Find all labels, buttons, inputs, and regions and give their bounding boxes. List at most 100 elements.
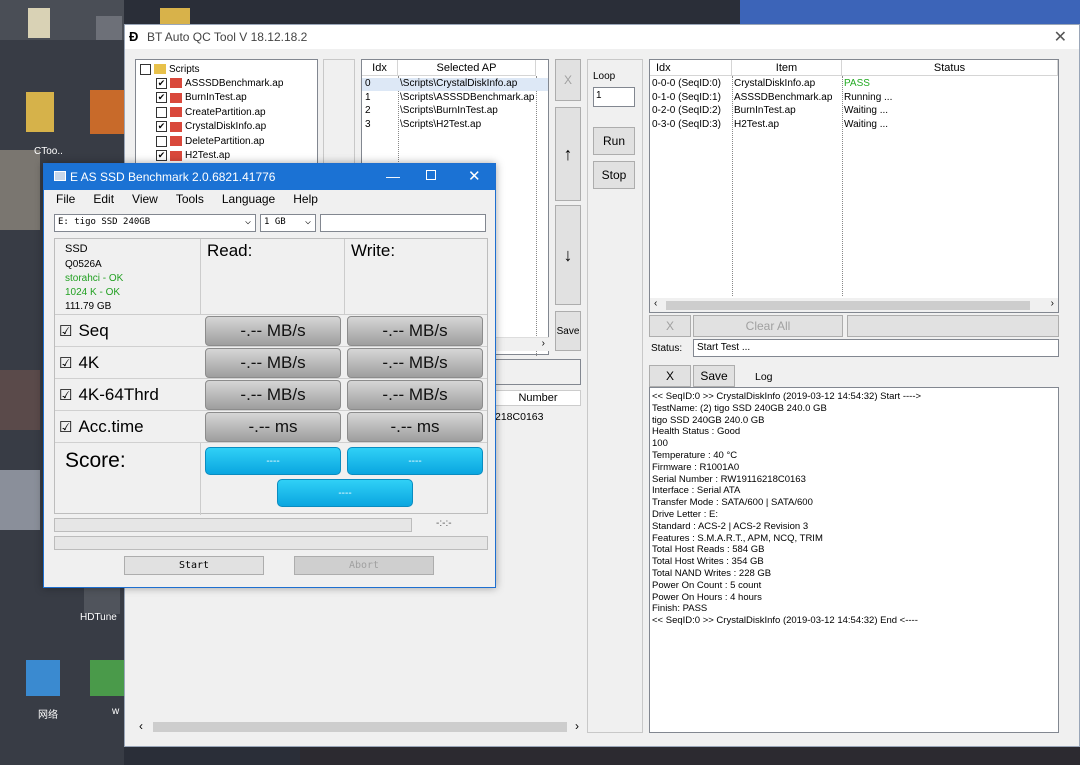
table-row[interactable]: 0-3-0 (SeqID:3) H2Test.ap Waiting ... — [650, 119, 1058, 132]
script-file-icon — [170, 78, 182, 88]
stop-button[interactable]: Stop — [593, 161, 635, 189]
minimize-button[interactable]: — — [386, 168, 400, 184]
tree-item-label: CreatePartition.ap — [185, 106, 266, 118]
status-idx: 0-0-0 (SeqID:0) — [652, 78, 721, 89]
tree-item-label: DeletePartition.ap — [185, 135, 265, 147]
bench-row-label[interactable]: ☑ Seq — [59, 315, 109, 347]
drive-select-value: E: tigo SSD 240GB — [58, 217, 151, 227]
move-up-button[interactable]: ↑ — [555, 107, 581, 201]
list-item[interactable]: 1 \Scripts\ASSSDBenchmark.ap — [362, 92, 548, 105]
checkbox[interactable]: ✔ — [156, 92, 167, 103]
loop-input[interactable]: 1 — [593, 87, 635, 107]
maximize-button[interactable] — [426, 170, 436, 180]
scroll-left-icon[interactable]: ‹ — [654, 298, 657, 309]
list-item[interactable]: 2 \Scripts\BurnInTest.ap — [362, 105, 548, 118]
table-row[interactable]: 0-0-0 (SeqID:0) CrystalDiskInfo.ap PASS — [650, 78, 1058, 91]
tree-root[interactable]: Scripts — [140, 62, 200, 76]
bottom-scrollbar[interactable]: ‹ › — [135, 719, 581, 735]
menu-view[interactable]: View — [132, 192, 158, 212]
bench-row-label[interactable]: ☑ 4K — [59, 347, 99, 379]
menu-tools[interactable]: Tools — [176, 192, 204, 212]
column-header-selected-ap[interactable]: Selected AP — [398, 60, 536, 76]
app-icon[interactable] — [90, 90, 124, 134]
log-clear-button[interactable]: X — [649, 365, 691, 387]
app-logo-icon: Ð — [129, 29, 139, 44]
row-divider — [55, 346, 487, 347]
tree-item[interactable]: ✔ BurnInTest.ap — [156, 91, 247, 105]
checkbox[interactable]: ☑ — [59, 418, 72, 436]
scroll-right-icon[interactable]: › — [575, 719, 579, 733]
close-button[interactable]: ✕ — [1054, 27, 1067, 47]
result-write: -.-- MB/s — [347, 348, 483, 378]
menu-bar: File Edit View Tools Language Help — [44, 192, 324, 212]
clear-x-button[interactable]: X — [649, 315, 691, 337]
tree-item[interactable]: DeletePartition.ap — [156, 134, 265, 148]
column-header-number[interactable]: Number — [495, 390, 581, 406]
checkbox[interactable]: ☑ — [59, 322, 72, 340]
table-row[interactable]: 0-2-0 (SeqID:2) BurnInTest.ap Waiting ... — [650, 105, 1058, 118]
title-bar: Ð BT Auto QC Tool V 18.12.18.2 ✕ — [125, 25, 1079, 49]
column-header-item[interactable]: Item — [732, 60, 842, 76]
hdtune-icon[interactable] — [84, 588, 120, 614]
save-button[interactable]: Save — [555, 311, 581, 351]
close-button[interactable]: ✕ — [468, 167, 481, 185]
list-item[interactable]: 3 \Scripts\H2Test.ap — [362, 119, 548, 132]
extra-field[interactable] — [320, 214, 486, 232]
menu-language[interactable]: Language — [222, 192, 275, 212]
script-file-icon — [170, 92, 182, 103]
scroll-right-icon[interactable]: › — [542, 338, 545, 349]
timer: -:-:- — [436, 518, 452, 529]
scroll-right-icon[interactable]: › — [1051, 298, 1054, 309]
list-item[interactable]: 0 \Scripts\CrystalDiskInfo.ap — [362, 78, 548, 91]
checkbox[interactable] — [156, 106, 167, 118]
status-table[interactable]: Idx Item Status 0-0-0 (SeqID:0) CrystalDi… — [649, 59, 1059, 313]
column-header-idx[interactable]: Idx — [650, 60, 732, 76]
scrollbar-thumb[interactable] — [153, 722, 567, 732]
checkbox[interactable]: ✔ — [156, 77, 167, 89]
status-status: PASS — [844, 78, 870, 89]
abort-button[interactable]: Abort — [294, 556, 434, 575]
checkbox[interactable]: ✔ — [156, 150, 167, 161]
menu-help[interactable]: Help — [293, 192, 318, 212]
clear-all-button[interactable]: Clear All — [693, 315, 843, 337]
tree-item[interactable]: ✔ ASSSDBenchmark.ap — [156, 76, 283, 90]
log-line: Standard : ACS-2 | ACS-2 Revision 3 — [652, 520, 809, 532]
app-icon[interactable] — [90, 660, 124, 696]
loop-label: Loop — [593, 71, 616, 82]
tree-item[interactable]: CreatePartition.ap — [156, 105, 266, 119]
status-item: H2Test.ap — [734, 118, 780, 130]
move-down-button[interactable]: ↓ — [555, 205, 581, 305]
checkbox[interactable]: ✔ — [156, 121, 167, 132]
column-header-status[interactable]: Status — [842, 60, 1058, 76]
drive-icon — [54, 171, 66, 181]
size-select[interactable]: 1 GB ⌵ — [260, 214, 316, 232]
checkbox[interactable] — [140, 63, 151, 75]
column-header-idx[interactable]: Idx — [362, 60, 398, 76]
scroll-left-icon[interactable]: ‹ — [139, 719, 143, 733]
status-item: CrystalDiskInfo.ap — [734, 78, 816, 89]
tree-item[interactable]: ✔ CrystalDiskInfo.ap — [156, 120, 266, 134]
scrollbar-thumb[interactable] — [666, 301, 1030, 310]
checkbox[interactable]: ☑ — [59, 386, 72, 404]
log-line: Power On Count : 5 count — [652, 579, 762, 591]
network-icon[interactable] — [26, 660, 60, 696]
checkbox[interactable] — [156, 135, 167, 147]
tree-item[interactable]: ✔ H2Test.ap — [156, 149, 230, 163]
log-textbox[interactable]: << SeqID:0 >> CrystalDiskInfo (2019-03-1… — [649, 387, 1059, 733]
run-button[interactable]: Run — [593, 127, 635, 155]
table-row[interactable]: 0-1-0 (SeqID:1) ASSSDBenchmark.ap Running … — [650, 92, 1058, 105]
blank-button[interactable] — [847, 315, 1059, 337]
bench-row-label[interactable]: ☑ 4K-64Thrd — [59, 379, 159, 411]
ap-idx: 3 — [365, 118, 371, 130]
drive-select[interactable]: E: tigo SSD 240GB ⌵ — [54, 214, 256, 232]
bench-row-label[interactable]: ☑ Acc.time — [59, 411, 144, 443]
start-button[interactable]: Start — [124, 556, 264, 575]
menu-file[interactable]: File — [56, 192, 75, 212]
script-file-icon — [170, 121, 182, 132]
horizontal-scrollbar[interactable]: ‹ › — [650, 298, 1058, 312]
log-save-button[interactable]: Save — [693, 365, 735, 387]
folder-icon[interactable] — [26, 92, 54, 132]
checkbox[interactable]: ☑ — [59, 354, 72, 372]
menu-edit[interactable]: Edit — [93, 192, 114, 212]
remove-button[interactable]: X — [555, 59, 581, 101]
